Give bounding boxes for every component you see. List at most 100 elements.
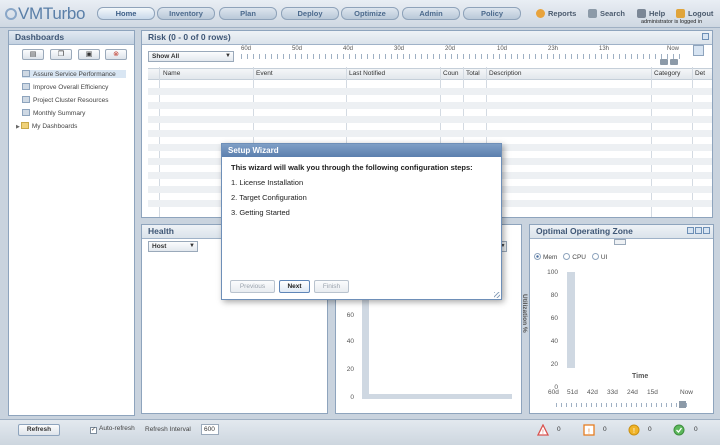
y-tick: 0 [350,394,354,401]
timeline-tick: 60d [241,46,252,52]
minor-count: 0 [648,426,652,433]
radio-ui[interactable] [591,253,599,260]
dashboard-item-monthly[interactable]: Monthly Summary [22,109,85,117]
tab-admin[interactable]: Admin [402,7,460,20]
y-tick: 40 [346,338,354,345]
svg-text:!: ! [588,429,590,436]
logged-in-status: administrator is logged in [641,19,703,25]
y-tick: 20 [346,366,354,373]
tab-deploy[interactable]: Deploy [281,7,339,20]
expand-arrow-icon: ▶ [16,124,20,130]
delete-dashboard-button[interactable]: ⊗ [105,49,127,60]
health-filter-select[interactable]: Host ▼ [148,241,198,252]
folder-icon [20,122,29,129]
help-link[interactable]: Help [637,9,665,18]
search-icon [588,9,597,18]
ooz-slider-handle[interactable] [679,401,686,408]
tab-policy[interactable]: Policy [463,7,521,20]
dashboards-title: Dashboards [9,31,134,45]
critical-alert-icon[interactable]: ! [537,424,549,436]
col-last-notified[interactable]: Last Notified [349,70,385,77]
col-name[interactable]: Name [163,70,180,77]
timeline-handle[interactable] [660,59,668,65]
major-count: 0 [603,426,607,433]
save-dashboard-button[interactable]: ▣ [78,49,100,60]
dashboard-item-efficiency[interactable]: Improve Overall Efficiency [22,83,108,91]
logout-icon [676,9,685,18]
x-tick: 51d [567,389,578,396]
chevron-down-icon: ▼ [225,53,231,59]
timeline-tick: 20d [445,46,456,52]
x-tick: Now [680,389,694,396]
timeline-slider[interactable] [241,54,681,59]
timeline-tick: 40d [343,46,354,52]
search-link[interactable]: Search [588,9,625,18]
x-tick: 42d [587,389,598,396]
col-count[interactable]: Coun [443,70,459,77]
dashboard-icon [22,96,30,103]
risk-title: Risk (0 - 0 of 0 rows) [142,31,712,45]
dashboard-icon [22,109,30,116]
col-total[interactable]: Total [466,70,480,77]
dashboard-item-assure[interactable]: Assure Service Performance [22,70,126,78]
close-icon[interactable] [703,227,710,234]
ooz-y-scale-bar [567,272,575,368]
vmturbo-logo: VMTurbo [5,4,85,24]
ok-status-icon[interactable] [673,424,685,436]
chart-bar [362,300,369,398]
tab-inventory[interactable]: Inventory [157,7,215,20]
dashboard-folder-my[interactable]: ▶ My Dashboards [16,122,77,130]
minor-alert-icon[interactable]: ! [628,424,640,436]
table-row [148,88,712,95]
export-icon[interactable] [693,45,704,56]
x-tick: 33d [607,389,618,396]
minimize-icon[interactable] [695,227,702,234]
chevron-down-icon: ▼ [189,243,195,249]
svg-text:!: ! [633,428,635,435]
refresh-button[interactable]: Refresh [18,424,60,436]
table-row [148,116,712,123]
timeline-tick: 23h [548,46,559,52]
col-category[interactable]: Category [654,70,680,77]
help-icon [637,9,646,18]
ooz-time-slider[interactable] [556,403,690,407]
wizard-intro: This wizard will walk you through the fo… [231,163,473,172]
col-description[interactable]: Description [489,70,522,77]
next-button[interactable]: Next [279,280,310,293]
wizard-step: 1. License Installation [231,178,304,187]
logout-link[interactable]: Logout [676,9,713,18]
collapse-handle[interactable] [614,239,626,245]
risk-filter-select[interactable]: Show All ▼ [148,51,234,62]
tab-plan[interactable]: Plan [219,7,277,20]
copy-dashboard-button[interactable]: ❐ [50,49,72,60]
refresh-interval-input[interactable]: 600 [201,424,219,435]
previous-button[interactable]: Previous [230,280,275,293]
table-row [148,102,712,109]
col-event[interactable]: Event [256,70,273,77]
dashboard-item-cluster[interactable]: Project Cluster Resources [22,96,109,104]
table-row [148,130,712,137]
radio-mem[interactable] [534,253,541,260]
col-details[interactable]: Det [695,70,705,77]
radio-cpu[interactable] [563,253,571,260]
auto-refresh-checkbox[interactable]: ✓ [90,427,97,434]
chart-baseline [362,394,512,399]
y-tick: 60 [550,315,558,322]
y-tick: 80 [550,292,558,299]
major-alert-icon[interactable]: ! [583,424,595,436]
y-tick: 60 [346,312,354,319]
tab-home[interactable]: Home [97,7,155,20]
new-dashboard-button[interactable]: ▤ [22,49,44,60]
resize-grip-icon[interactable] [494,292,500,298]
setup-wizard-dialog: Setup Wizard This wizard will walk you t… [221,143,502,300]
timeline-handle[interactable] [670,59,678,65]
wizard-step: 3. Getting Started [231,208,290,217]
tab-optimize[interactable]: Optimize [341,7,399,20]
timeline-tick: 13h [599,46,610,52]
reports-link[interactable]: Reports [536,9,576,18]
reports-icon [536,9,545,18]
maximize-icon[interactable] [702,33,709,40]
finish-button[interactable]: Finish [314,280,349,293]
popout-icon[interactable] [687,227,694,234]
ok-count: 0 [694,426,698,433]
